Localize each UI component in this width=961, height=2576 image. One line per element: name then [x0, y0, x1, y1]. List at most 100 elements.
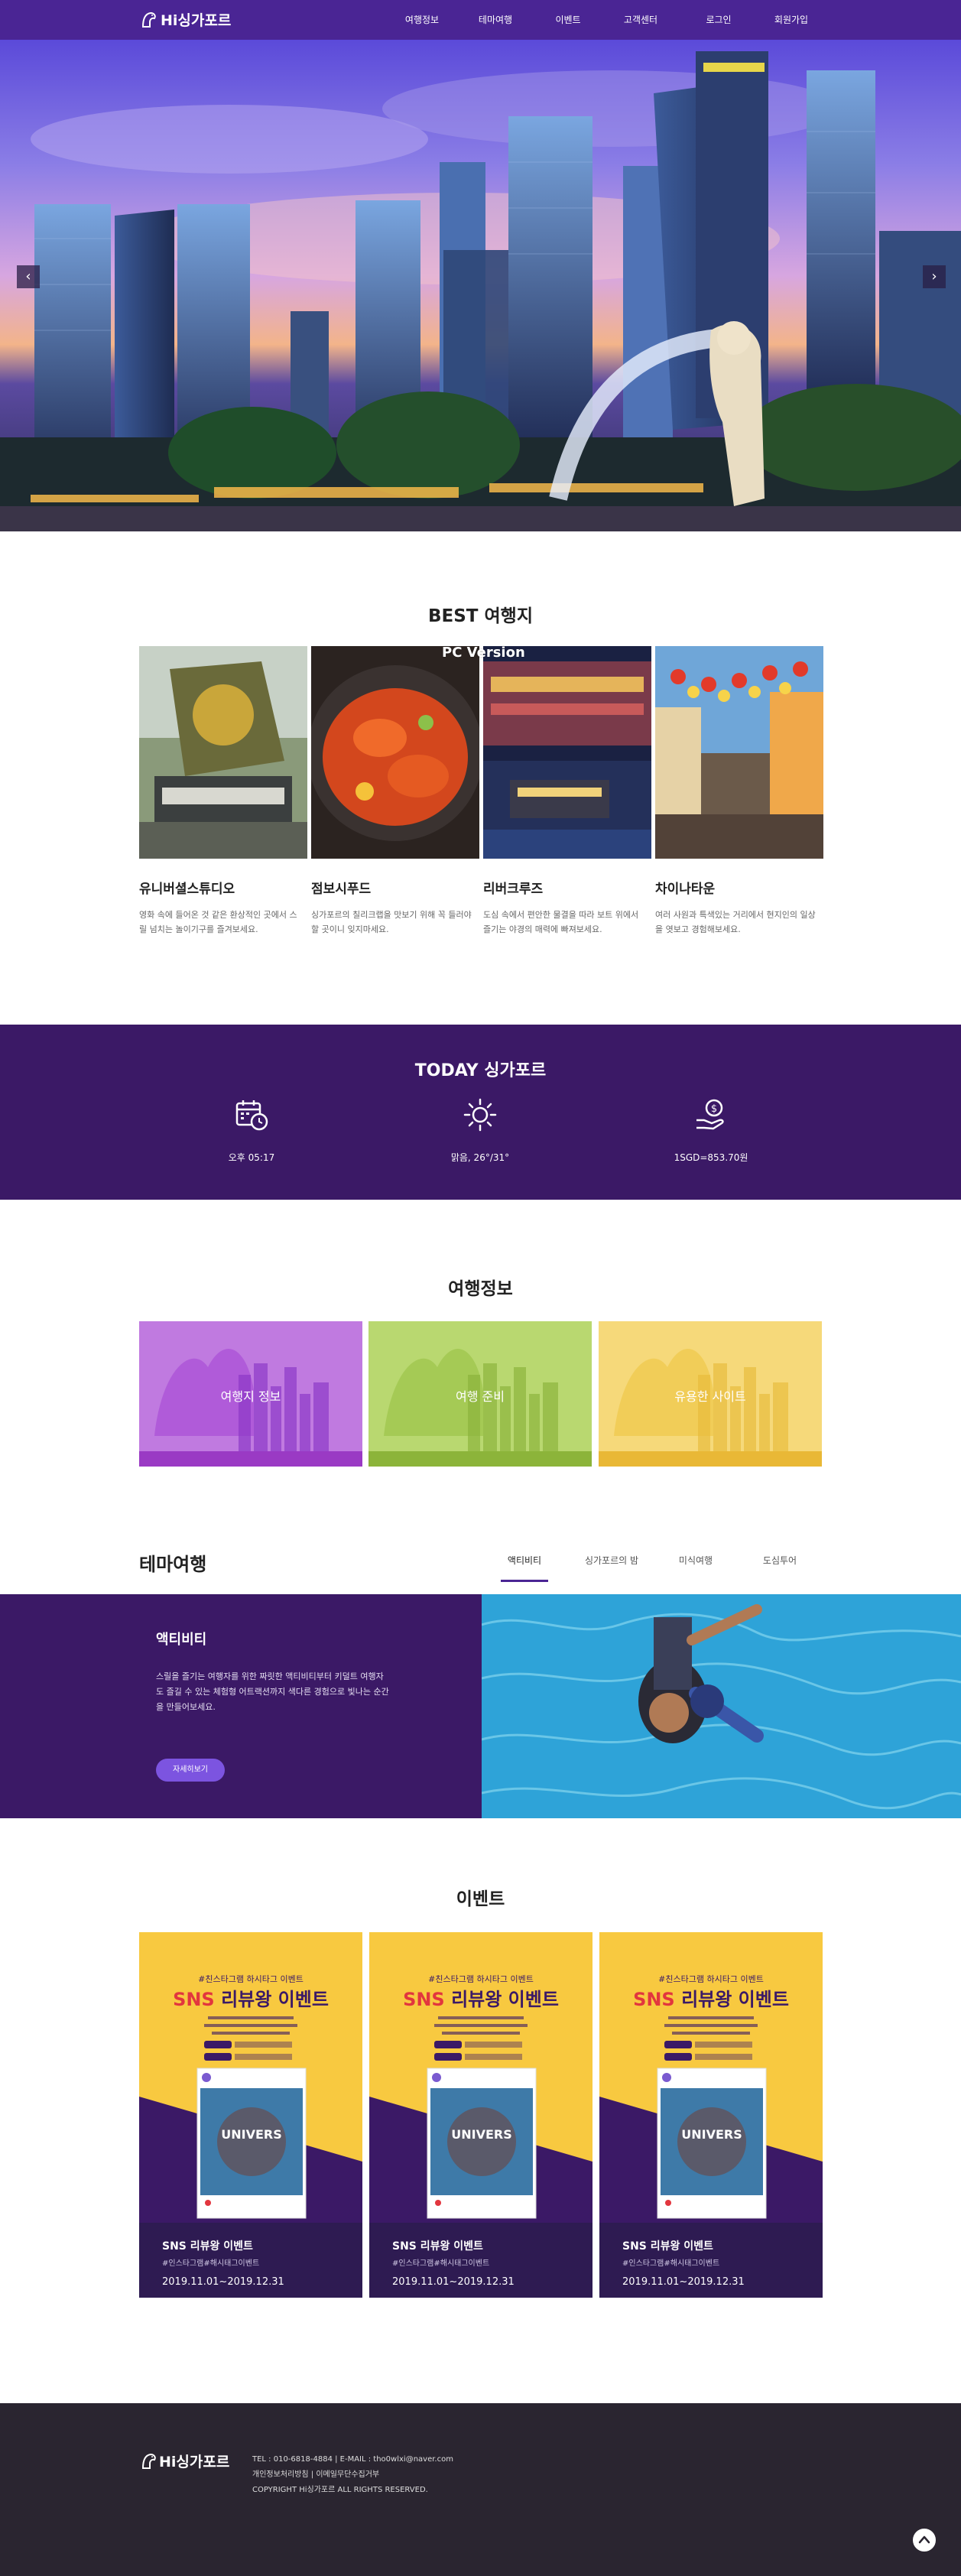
travel-info-title: 여행정보	[448, 1279, 513, 1299]
site-logo[interactable]: Hi싱가포르	[139, 9, 231, 30]
event-card[interactable]: #친스타그램 하시타그 이벤트 SNS 리뷰왕 이벤트 UNIVERS SNS …	[139, 1932, 362, 2298]
today-exchange: $ 1SGD=853.70원	[635, 1097, 787, 1164]
today-title: TODAY 싱가포르	[414, 1061, 547, 1080]
theme-image	[482, 1594, 961, 1818]
event-date: 2019.11.01~2019.12.31	[392, 2276, 515, 2288]
event-tag: #인스타그램#해시태그이벤트	[622, 2259, 720, 2268]
best-desc: 싱가포르의 칠리크랩을 맛보기 위해 꼭 들러야 할 곳이니 잊지마세요.	[311, 910, 472, 934]
theme-title: 테마여행	[139, 1554, 207, 1575]
event-poster-image: #친스타그램 하시타그 이벤트 SNS 리뷰왕 이벤트 UNIVERS	[139, 1932, 362, 2223]
calendar-clock-icon	[235, 1100, 268, 1131]
best-name: 차이나타운	[655, 882, 716, 897]
info-card-preparation[interactable]: 여행 준비	[368, 1321, 592, 1467]
event-tag: #인스타그램#해시태그이벤트	[162, 2259, 260, 2268]
poster-top-text: #친스타그램 하시타그 이벤트	[428, 1973, 534, 1984]
event-date: 2019.11.01~2019.12.31	[622, 2276, 745, 2288]
event-card[interactable]: #친스타그램 하시타그 이벤트 SNS 리뷰왕 이벤트 UNIVERS SNS …	[599, 1932, 823, 2298]
footer-logo-text: Hi싱가포르	[159, 2454, 230, 2470]
info-label: 여행지 정보	[220, 1389, 281, 1404]
tab-food[interactable]: 미식여행	[673, 1554, 719, 1567]
best-desc: 도심 속에서 편안한 물결을 따라 보트 위에서 즐기는 야경의 매력에 빠져보…	[483, 910, 639, 934]
hero-next-button[interactable]: ›	[923, 265, 946, 288]
theme-content-panel: 액티비티 스릴을 즐기는 여행자를 위한 짜릿한 액티비티부터 키덜트 여행자도…	[0, 1594, 482, 1818]
svg-text:UNIVERS: UNIVERS	[681, 2127, 742, 2142]
footer-logo[interactable]: Hi싱가포르	[139, 2451, 229, 2471]
svg-text:SNS 리뷰왕 이벤트: SNS 리뷰왕 이벤트	[403, 1989, 559, 2010]
event-name: SNS 리뷰왕 이벤트	[392, 2240, 483, 2253]
event-card[interactable]: #친스타그램 하시타그 이벤트 SNS 리뷰왕 이벤트 UNIVERS SNS …	[369, 1932, 593, 2298]
best-card-river-cruise[interactable]: 리버크루즈 도심 속에서 편안한 물결을 따라 보트 위에서 즐기는 야경의 매…	[483, 646, 651, 937]
logo-text: Hi싱가포르	[161, 12, 232, 29]
svg-text:$: $	[711, 1103, 717, 1115]
info-label: 여행 준비	[456, 1389, 505, 1404]
events-title: 이벤트	[456, 1889, 505, 1909]
scroll-top-button[interactable]	[911, 2527, 937, 2553]
site-header: Hi싱가포르 여행정보 테마여행 이벤트 고객센터 로그인 회원가입	[0, 0, 961, 40]
today-section: TODAY 싱가포르 오후 05:17 맑음, 26°/31° $ 1SGD=8…	[0, 1025, 961, 1200]
pc-version-overlay: PC Version	[442, 645, 525, 661]
theme-description: 스릴을 즐기는 여행자를 위한 짜릿한 액티비티부터 키덜트 여행자도 즐길 수…	[156, 1671, 389, 1712]
best-image-chinatown	[655, 646, 823, 859]
view-more-button[interactable]: 자세히보기	[156, 1759, 225, 1782]
chevron-right-icon: ›	[931, 268, 937, 284]
svg-text:UNIVERS: UNIVERS	[221, 2127, 282, 2142]
nav-login[interactable]: 로그인	[696, 0, 742, 40]
hero-banner: ‹ ›	[0, 40, 961, 531]
best-card-universal[interactable]: 유니버셜스튜디오 영화 속에 들어온 것 같은 환상적인 곳에서 스릴 넘치는 …	[139, 646, 307, 937]
event-info: SNS 리뷰왕 이벤트 #인스타그램#해시태그이벤트 2019.11.01~20…	[369, 2223, 593, 2298]
event-poster-image: #친스타그램 하시타그 이벤트 SNS 리뷰왕 이벤트 UNIVERS	[599, 1932, 823, 2223]
best-card-chinatown[interactable]: 차이나타운 여러 사원과 특색있는 거리에서 현지인의 일상을 엿보고 경험해보…	[655, 646, 823, 937]
tab-activity[interactable]: 액티비티	[501, 1554, 548, 1567]
best-image-universal	[139, 646, 307, 859]
svg-text:SNS 리뷰왕 이벤트: SNS 리뷰왕 이벤트	[633, 1989, 789, 2010]
event-name: SNS 리뷰왕 이벤트	[162, 2240, 253, 2253]
nav-customer-center[interactable]: 고객센터	[618, 0, 664, 40]
active-tab-indicator	[501, 1580, 548, 1582]
merlion-logo-icon	[141, 11, 156, 28]
nav-travel-info[interactable]: 여행정보	[399, 0, 445, 40]
best-section-title: BEST 여행지	[428, 606, 533, 626]
merlion-logo-icon	[141, 2453, 156, 2469]
best-image-river-cruise	[483, 646, 651, 859]
event-poster-image: #친스타그램 하시타그 이벤트 SNS 리뷰왕 이벤트 UNIVERS	[369, 1932, 593, 2223]
sun-icon	[463, 1098, 497, 1132]
event-name: SNS 리뷰왕 이벤트	[622, 2240, 713, 2253]
footer-contact: TEL : 010-6818-4884 | E-MAIL : tho0wlxi@…	[252, 2455, 453, 2464]
best-image-jumbo-seafood	[311, 646, 479, 859]
info-label: 유용한 사이트	[674, 1389, 746, 1404]
footer-policy-links[interactable]: 개인정보처리방침 | 이메일무단수집거부	[252, 2467, 453, 2483]
today-time-label: 오후 05:17	[228, 1152, 275, 1163]
today-weather: 맑음, 26°/31°	[404, 1097, 557, 1164]
money-hand-icon: $	[696, 1099, 724, 1130]
today-exchange-label: 1SGD=853.70원	[674, 1152, 748, 1163]
svg-text:UNIVERS: UNIVERS	[451, 2127, 512, 2142]
tab-night[interactable]: 싱가포르의 밤	[581, 1554, 642, 1567]
nav-event[interactable]: 이벤트	[549, 0, 587, 40]
today-weather-label: 맑음, 26°/31°	[450, 1152, 510, 1163]
nav-signup[interactable]: 회원가입	[768, 0, 814, 40]
event-tag: #인스타그램#해시태그이벤트	[392, 2259, 490, 2268]
best-desc: 영화 속에 들어온 것 같은 환상적인 곳에서 스릴 넘치는 놀이기구를 즐겨보…	[139, 910, 297, 934]
event-date: 2019.11.01~2019.12.31	[162, 2276, 284, 2288]
event-info: SNS 리뷰왕 이벤트 #인스타그램#해시태그이벤트 2019.11.01~20…	[139, 2223, 362, 2298]
hero-cityscape-image	[0, 51, 961, 531]
arrow-up-icon	[918, 2535, 930, 2544]
today-time: 오후 05:17	[175, 1097, 328, 1164]
poster-top-text: #친스타그램 하시타그 이벤트	[658, 1973, 764, 1984]
chevron-left-icon: ‹	[25, 268, 31, 284]
theme-heading: 액티비티	[156, 1632, 207, 1648]
info-card-destination[interactable]: 여행지 정보	[139, 1321, 362, 1467]
nav-theme-travel[interactable]: 테마여행	[472, 0, 518, 40]
best-name: 점보시푸드	[311, 882, 372, 897]
best-name: 리버크루즈	[483, 882, 544, 897]
footer-info: TEL : 010-6818-4884 | E-MAIL : tho0wlxi@…	[252, 2452, 453, 2498]
info-card-useful-sites[interactable]: 유용한 사이트	[599, 1321, 822, 1467]
best-name: 유니버셜스튜디오	[139, 882, 235, 897]
tab-city-tour[interactable]: 도심투어	[757, 1554, 803, 1567]
hero-prev-button[interactable]: ‹	[17, 265, 40, 288]
best-desc: 여러 사원과 특색있는 거리에서 현지인의 일상을 엿보고 경험해보세요.	[655, 910, 816, 934]
svg-text:SNS 리뷰왕 이벤트: SNS 리뷰왕 이벤트	[173, 1989, 329, 2010]
best-card-jumbo-seafood[interactable]: 점보시푸드 싱가포르의 칠리크랩을 맛보기 위해 꼭 들러야 할 곳이니 잊지마…	[311, 646, 479, 937]
poster-top-text: #친스타그램 하시타그 이벤트	[198, 1973, 304, 1984]
footer-copyright: COPYRIGHT Hi싱가포르 ALL RIGHTS RESERVED.	[252, 2486, 428, 2494]
